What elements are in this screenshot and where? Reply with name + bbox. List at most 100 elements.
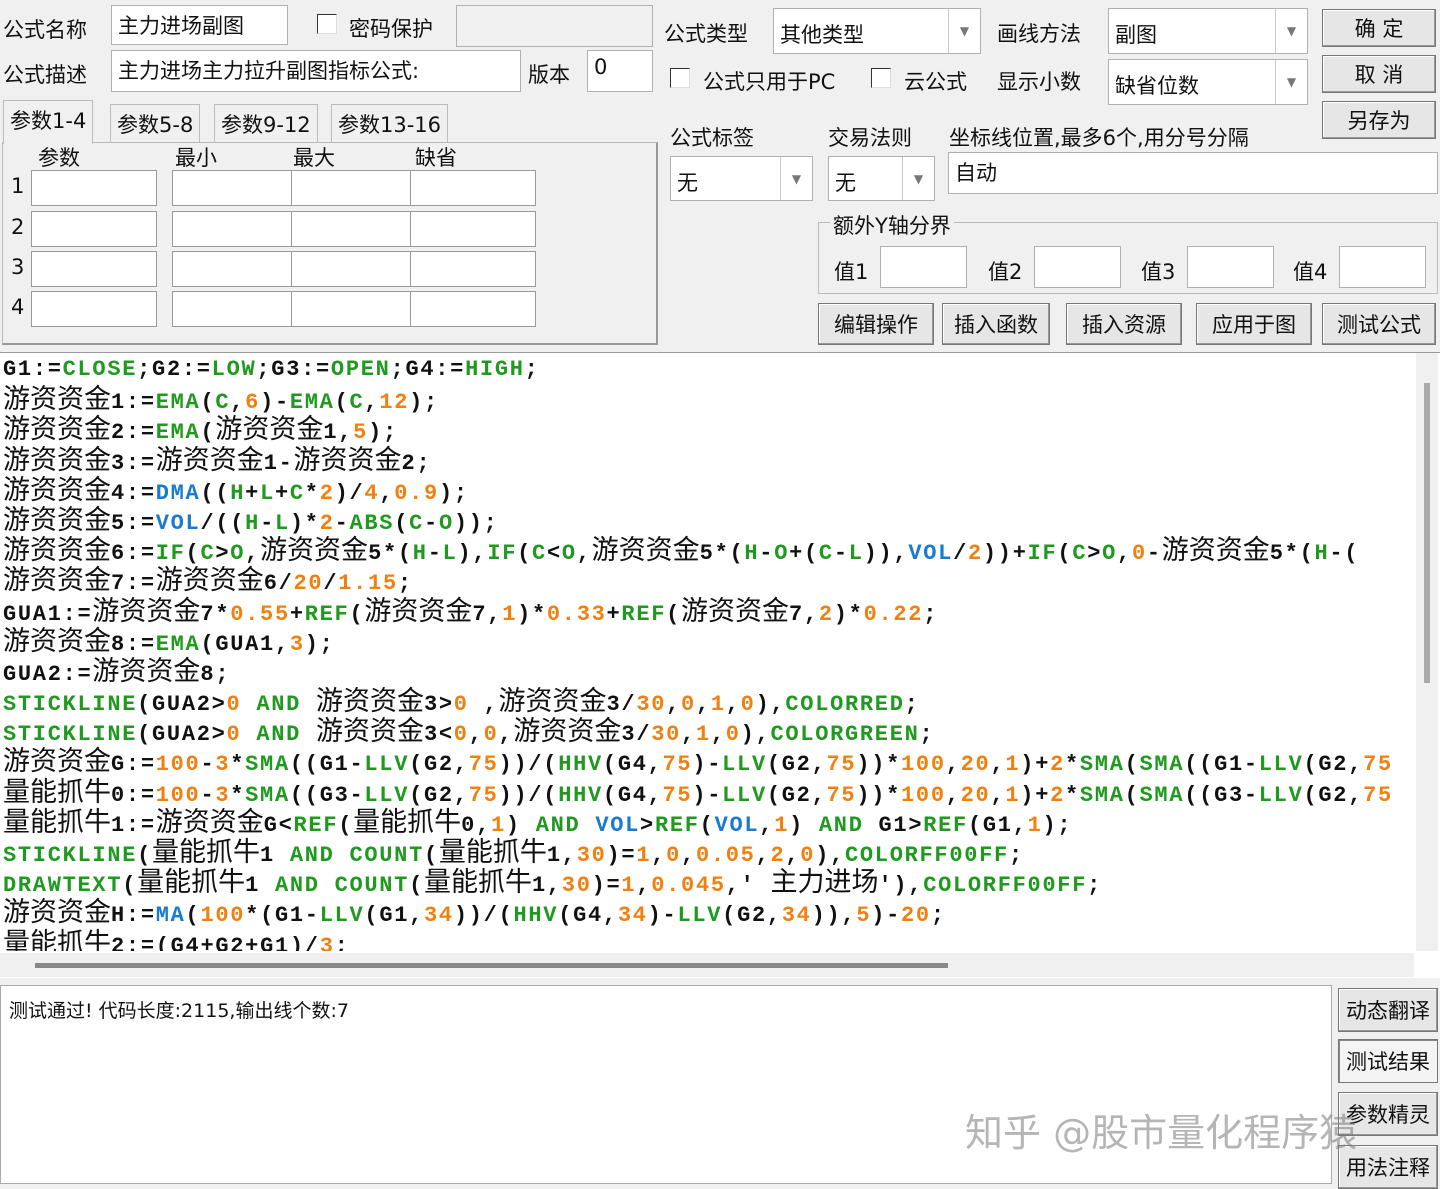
code-number: 12	[379, 390, 410, 416]
code-number: 75	[826, 782, 857, 808]
code-token: )	[811, 903, 827, 929]
code-area[interactable]: G1:=CLOSE;G2:=LOW;G3:=OPEN;G4:=HIGH; 游资资金…	[3, 355, 1413, 951]
code-number: 0.05	[695, 843, 756, 868]
param-name-input[interactable]	[31, 251, 157, 287]
code-keyword: LLV	[1258, 782, 1304, 808]
code-token: =	[140, 480, 156, 506]
code-token: :	[181, 357, 197, 382]
code-token: (	[729, 541, 745, 567]
param-max-input[interactable]	[291, 291, 417, 327]
draw-method-select[interactable]: 副图 ▼	[1108, 8, 1308, 54]
param-default-input[interactable]	[410, 211, 536, 247]
param-min-input[interactable]	[172, 170, 298, 206]
trade-rule-select[interactable]: 无 ▼	[828, 156, 935, 201]
code-keyword: H	[245, 510, 261, 536]
code-number: 75	[468, 752, 499, 778]
code-keyword: COUNT	[334, 873, 410, 899]
version-input[interactable]: 0	[587, 50, 653, 92]
cloud-formula-checkbox[interactable]	[871, 68, 891, 88]
axis-position-input[interactable]: 自动	[948, 152, 1438, 194]
code-token: ,	[990, 752, 1006, 778]
code-token: :	[125, 390, 141, 416]
edit-ops-button[interactable]: 编辑操作	[818, 303, 934, 345]
password-checkbox[interactable]	[317, 14, 337, 34]
code-token: /	[528, 752, 544, 778]
code-number: 0	[226, 692, 242, 718]
code-line: 游资资金5:=VOL/((H-L)*2-ABS(C-O));	[3, 505, 1413, 536]
save-as-button[interactable]: 另存为	[1322, 101, 1436, 139]
insert-resource-button[interactable]: 插入资源	[1066, 303, 1182, 345]
param-max-input[interactable]	[291, 170, 417, 206]
param-min-input[interactable]	[172, 211, 298, 247]
code-token: =	[140, 571, 156, 597]
vertical-scrollbar[interactable]	[1416, 353, 1438, 951]
param-max-input[interactable]	[291, 211, 417, 247]
apply-to-chart-button[interactable]: 应用于图	[1196, 303, 1312, 345]
scrollbar-thumb[interactable]	[35, 963, 948, 968]
cancel-button[interactable]: 取 消	[1322, 55, 1436, 93]
test-formula-button[interactable]: 测试公式	[1322, 303, 1436, 345]
code-line: GUA2:=游资资金8;	[3, 656, 1413, 687]
tab-params-13-16[interactable]: 参数13-16	[331, 104, 449, 142]
code-token: /	[483, 903, 499, 929]
ok-button[interactable]: 确 定	[1322, 9, 1436, 47]
password-input[interactable]	[456, 5, 653, 47]
code-token: ,	[811, 782, 827, 808]
formula-name-input[interactable]: 主力进场副图	[111, 5, 288, 45]
y-value-input[interactable]	[1339, 246, 1426, 288]
param-default-input[interactable]	[410, 251, 536, 287]
y-value-label: 值1	[834, 260, 869, 284]
code-token: (	[1124, 782, 1140, 808]
tab-params-5-8[interactable]: 参数5-8	[110, 104, 201, 142]
code-token: ,	[755, 843, 771, 868]
y-value-input[interactable]	[1034, 246, 1121, 288]
code-line: STICKLINE(GUA2>0 AND 游资资金3<0,0,游资资金3/30,…	[3, 716, 1413, 748]
formula-type-select[interactable]: 其他类型 ▼	[773, 8, 981, 54]
param-default-input[interactable]	[410, 291, 536, 327]
formula-tag-select[interactable]: 无 ▼	[670, 156, 813, 201]
code-token: /	[621, 692, 637, 718]
code-token: :	[125, 571, 141, 597]
param-max-input[interactable]	[291, 251, 417, 287]
code-identifier: 游资资金3	[315, 716, 439, 748]
y-value-input[interactable]	[880, 246, 967, 288]
code-token: >	[1087, 541, 1103, 567]
param-default-input[interactable]	[410, 170, 536, 206]
param-name-input[interactable]	[31, 291, 157, 327]
code-token: *	[230, 752, 246, 778]
y-value-input[interactable]	[1187, 246, 1274, 288]
insert-function-button[interactable]: 插入函数	[942, 303, 1050, 345]
dynamic-translate-button[interactable]: 动态翻译	[1338, 988, 1438, 1032]
code-editor[interactable]: G1:=CLOSE;G2:=LOW;G3:=OPEN;G4:=HIGH; 游资资金…	[0, 352, 1440, 978]
code-keyword: L	[442, 541, 458, 567]
horizontal-scrollbar[interactable]	[0, 953, 1414, 977]
code-token: GUA2	[3, 661, 63, 687]
password-label: 密码保护	[349, 17, 433, 41]
code-token: ,	[710, 722, 726, 748]
code-identifier: 量能抓牛0	[3, 776, 126, 808]
param-name-input[interactable]	[31, 211, 157, 247]
tab-params-9-12[interactable]: 参数9-12	[214, 104, 318, 142]
code-token: ,	[725, 873, 741, 899]
pc-only-checkbox[interactable]	[670, 68, 690, 88]
param-min-input[interactable]	[172, 291, 298, 327]
formula-desc-input[interactable]: 主力进场主力拉升副图指标公式:	[111, 50, 521, 92]
decimal-select[interactable]: 缺省位数 ▼	[1108, 59, 1308, 105]
code-number: 5	[353, 420, 369, 446]
code-keyword: AND	[256, 722, 302, 748]
code-token: (	[200, 420, 216, 446]
param-min-input[interactable]	[172, 251, 298, 287]
code-token: ,	[409, 903, 425, 929]
chevron-down-icon: ▼	[1275, 60, 1307, 104]
code-number: 0	[453, 692, 469, 718]
tab-params-1-4[interactable]: 参数1-4	[3, 100, 94, 144]
param-name-input[interactable]	[31, 170, 157, 206]
pc-only-label: 公式只用于PC	[703, 70, 836, 94]
code-keyword: AND	[289, 843, 335, 868]
scrollbar-thumb[interactable]	[1424, 383, 1430, 683]
code-keyword: C	[818, 541, 834, 567]
test-result-button[interactable]: 测试结果	[1338, 1039, 1438, 1083]
code-token: ,	[487, 601, 503, 627]
